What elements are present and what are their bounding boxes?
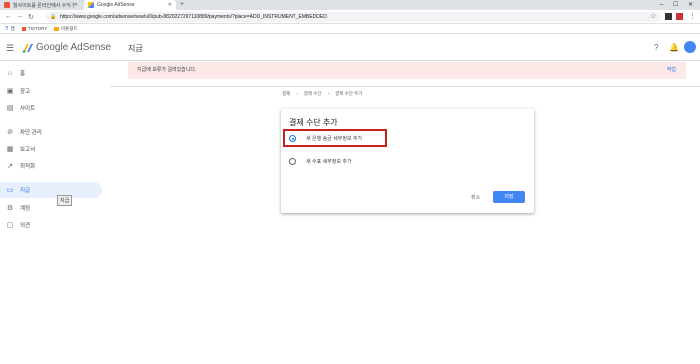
help-icon[interactable]: ? bbox=[654, 43, 658, 52]
sidebar-item-ads[interactable]: ▣ 광고 bbox=[0, 83, 102, 99]
hamburger-menu-icon[interactable]: ☰ bbox=[6, 43, 14, 54]
tistory-favicon-icon bbox=[4, 2, 10, 8]
browser-menu-icon[interactable]: ⋮ bbox=[689, 12, 696, 20]
radio-selected-icon[interactable] bbox=[289, 135, 296, 142]
option-bank-transfer[interactable]: 새 은행 송금 세부정보 추가 bbox=[289, 135, 362, 142]
avatar[interactable] bbox=[684, 41, 696, 53]
breadcrumb: 결제 › 결제 수단 › 결제 수단 추가 bbox=[282, 91, 362, 97]
sidebar-item-sites[interactable]: ▤ 사이트 bbox=[0, 100, 102, 116]
bookmark-folder[interactable]: 이튜링드 bbox=[54, 26, 78, 32]
bookmarks-bar: ⠿ 앱 TISTORY 이튜링드 bbox=[0, 24, 700, 34]
breadcrumb-payment-methods[interactable]: 결제 수단 bbox=[304, 91, 322, 97]
adsense-favicon-icon bbox=[88, 2, 94, 8]
minimize-icon[interactable]: – bbox=[660, 0, 663, 10]
close-window-icon[interactable]: ✕ bbox=[688, 0, 693, 10]
sidebar: ⌂ 홈 ▣ 광고 ▤ 사이트 ⊘ 차단 관리 ▦ 보고서 ↗ 최적화 ▭ 지급 … bbox=[0, 62, 110, 364]
notifications-icon[interactable]: 🔔 bbox=[669, 43, 679, 52]
divider bbox=[110, 86, 700, 87]
bookmark-star-icon[interactable]: ☆ bbox=[650, 12, 656, 20]
page-title: 지급 bbox=[128, 44, 143, 53]
new-tab-icon[interactable]: + bbox=[180, 0, 184, 10]
card-title: 결제 수단 추가 bbox=[289, 118, 338, 127]
close-tab-icon[interactable]: ✕ bbox=[168, 2, 172, 8]
app-header: ☰ Google AdSense 지급 ? 🔔 bbox=[0, 34, 700, 61]
bookmark-apps[interactable]: ⠿ 앱 bbox=[5, 26, 15, 32]
breadcrumb-separator: › bbox=[296, 91, 298, 96]
adsense-logo-icon bbox=[22, 43, 33, 53]
home-icon: ⌂ bbox=[7, 69, 13, 77]
maximize-icon[interactable]: ☐ bbox=[673, 0, 678, 10]
sidebar-item-block[interactable]: ⊘ 차단 관리 bbox=[0, 124, 102, 140]
radio-unselected-icon[interactable] bbox=[289, 158, 296, 165]
add-payment-method-card: 결제 수단 추가 새 은행 송금 세부정보 추가 새 수표 세부정보 추가 취소… bbox=[281, 109, 534, 213]
sidebar-item-home[interactable]: ⌂ 홈 bbox=[0, 65, 102, 81]
optimize-icon: ↗ bbox=[7, 163, 13, 170]
ads-icon: ▣ bbox=[6, 88, 14, 95]
bookmark-tistory[interactable]: TISTORY bbox=[22, 26, 47, 31]
main-content: 지급에 보류가 걸려있습니다. 작업 결제 › 결제 수단 › 결제 수단 추가… bbox=[110, 62, 700, 364]
reload-icon[interactable]: ↻ bbox=[28, 13, 34, 21]
tistory-icon bbox=[22, 26, 26, 31]
banner-action-link[interactable]: 작업 bbox=[667, 62, 676, 79]
sidebar-item-reports[interactable]: ▦ 보고서 bbox=[0, 141, 102, 157]
save-button[interactable]: 저장 bbox=[493, 191, 525, 203]
sidebar-item-payments[interactable]: ▭ 지급 bbox=[0, 182, 102, 198]
close-tab-icon[interactable]: ✕ bbox=[74, 2, 78, 8]
url-input[interactable]: 🔒 https://www.google.com/adsense/new/u/0… bbox=[46, 12, 661, 22]
tab-title: Google AdSense bbox=[97, 2, 135, 8]
breadcrumb-payments[interactable]: 결제 bbox=[282, 91, 290, 97]
folder-icon bbox=[54, 27, 59, 31]
extension-icon[interactable] bbox=[676, 13, 683, 20]
breadcrumb-add-method: 결제 수단 추가 bbox=[335, 91, 363, 96]
banner-text: 지급에 보류가 걸려있습니다. bbox=[137, 67, 197, 73]
reports-icon: ▦ bbox=[6, 146, 14, 153]
sidebar-item-account[interactable]: ⚙ 계정 bbox=[0, 200, 102, 216]
browser-tab-bar: 월사이트를 온라인에서 수익 찬 ✕ Google AdSense ✕ + – … bbox=[0, 0, 700, 10]
account-icon: ⚙ bbox=[6, 205, 14, 212]
back-icon[interactable]: ← bbox=[5, 13, 12, 20]
payment-hold-banner: 지급에 보류가 걸려있습니다. 작업 bbox=[128, 62, 686, 79]
sidebar-item-optimize[interactable]: ↗ 최적화 bbox=[0, 158, 102, 174]
extension-icon[interactable] bbox=[665, 13, 672, 20]
feedback-icon: ▢ bbox=[6, 222, 14, 229]
tooltip: 지급 bbox=[57, 195, 73, 206]
sites-icon: ▤ bbox=[6, 105, 14, 112]
url-text: https://www.google.com/adsense/new/u/0/p… bbox=[60, 14, 327, 20]
address-bar-row: ← → ↻ 🔒 https://www.google.com/adsense/n… bbox=[0, 10, 700, 24]
lock-icon: 🔒 bbox=[50, 14, 57, 20]
option-check[interactable]: 새 수표 세부정보 추가 bbox=[289, 158, 352, 165]
breadcrumb-separator: › bbox=[327, 91, 330, 96]
payments-icon: ▭ bbox=[6, 187, 14, 194]
browser-tab-2[interactable]: Google AdSense ✕ bbox=[84, 0, 176, 10]
sidebar-item-feedback[interactable]: ▢ 의견 bbox=[0, 217, 102, 233]
forward-icon[interactable]: → bbox=[16, 13, 23, 20]
block-icon: ⊘ bbox=[7, 129, 13, 136]
cancel-button[interactable]: 취소 bbox=[471, 194, 480, 201]
apps-grid-icon: ⠿ bbox=[5, 26, 9, 32]
adsense-logo[interactable]: Google AdSense bbox=[22, 42, 111, 53]
tab-title: 월사이트를 온라인에서 수익 찬 bbox=[12, 2, 74, 9]
brand-name: Google AdSense bbox=[36, 42, 112, 53]
browser-tab-1[interactable]: 월사이트를 온라인에서 수익 찬 ✕ bbox=[0, 0, 82, 10]
